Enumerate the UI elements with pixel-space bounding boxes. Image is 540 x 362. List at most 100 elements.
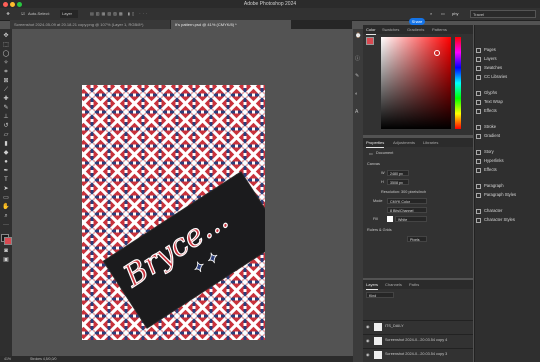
move-tool-icon[interactable]: ✥: [4, 10, 12, 18]
dock-item-icon: [476, 149, 481, 155]
layer-name: ITS_DAILY: [385, 324, 404, 328]
fill-dropdown[interactable]: White: [395, 216, 427, 222]
dock-item-gradient[interactable]: Gradient: [484, 132, 500, 140]
search-icon[interactable]: ⌕: [430, 10, 438, 18]
layer-row[interactable]: ◉ Screenshot 2024-0...20.03.54 copy 3: [363, 348, 473, 362]
healing-brush-icon[interactable]: ✚: [2, 95, 10, 103]
dock-item-effects[interactable]: Effects: [484, 107, 497, 115]
eye-icon[interactable]: ◉: [366, 338, 369, 343]
lasso-tool-icon[interactable]: ◯: [2, 50, 10, 58]
dodge-tool-icon[interactable]: ●: [2, 158, 10, 166]
dock-item-cc-libraries[interactable]: CC Libraries: [484, 73, 507, 81]
tab-pattern[interactable]: It's pattern.psd @ 41% (CMYK/8) *: [171, 20, 291, 29]
width-field[interactable]: 2480 px: [387, 170, 409, 176]
magic-wand-icon[interactable]: ✧: [2, 59, 10, 67]
dock-item-icon: [476, 90, 481, 96]
frame-tool-icon[interactable]: ⊠: [2, 77, 10, 85]
dock-item-character-styles[interactable]: Character Styles: [484, 216, 515, 224]
pen-tool-icon[interactable]: ✒: [2, 167, 10, 175]
mode-dropdown[interactable]: CMYK Color: [387, 198, 427, 204]
document-canvas[interactable]: Bryce... ✦ ✦: [82, 85, 265, 340]
tab-gradients[interactable]: Gradients: [407, 25, 424, 34]
tab-properties[interactable]: Properties: [366, 138, 385, 148]
shape-tool-icon[interactable]: ▭: [2, 194, 10, 202]
document-icon: ▭: [369, 152, 373, 156]
blur-tool-icon[interactable]: ◆: [2, 149, 10, 157]
history-panel-icon[interactable]: ⌚: [355, 33, 361, 39]
glyph-panel-icon[interactable]: A: [355, 109, 361, 115]
marquee-tool-icon[interactable]: ⬚: [2, 41, 10, 49]
background-color-swatch[interactable]: [4, 237, 12, 245]
tab-swatches[interactable]: Swatches: [382, 25, 399, 34]
stamp-tool-icon[interactable]: ⊥: [2, 113, 10, 121]
kind-filter[interactable]: Kind: [366, 292, 394, 298]
quick-mask-icon[interactable]: ◙: [2, 247, 10, 255]
dock-item-layers[interactable]: Layers: [484, 55, 497, 63]
dock-item-swatches[interactable]: Swatches: [484, 64, 502, 72]
layer-thumbnail: [374, 323, 382, 331]
brush-tool-icon[interactable]: ✎: [2, 104, 10, 112]
tab-screenshot[interactable]: Screenshot 2024-05-09 at 20.18.21 copy.p…: [10, 20, 170, 29]
layer-select-dropdown[interactable]: Layer: [60, 10, 78, 18]
tab-color[interactable]: Color: [366, 25, 376, 35]
workspace-pill[interactable]: Travel: [470, 10, 536, 18]
tab-patterns[interactable]: Patterns: [432, 25, 447, 34]
zoom-tool-icon[interactable]: ⌕: [2, 212, 10, 220]
hand-tool-icon[interactable]: ✋: [2, 203, 10, 211]
dock-item-effects[interactable]: Effects: [484, 166, 497, 174]
layer-row[interactable]: ◉ Screenshot 2024-0...20.03.54 copy 4: [363, 334, 473, 348]
eye-icon[interactable]: ◉: [366, 352, 369, 357]
width-label: W: [381, 171, 385, 175]
dock-item-paragraph[interactable]: Paragraph: [484, 182, 504, 190]
dock-item-pages[interactable]: Pages: [484, 46, 496, 54]
bit-depth-dropdown[interactable]: 8 Bits/Channel: [387, 207, 427, 213]
dock-item-stroke[interactable]: Stroke: [484, 123, 496, 131]
info-panel-icon[interactable]: ⓘ: [355, 55, 361, 62]
section-rulers[interactable]: Rulers & Grids: [367, 228, 392, 232]
crop-tool-icon[interactable]: ⌗: [2, 68, 10, 76]
dock-item-text-wrap[interactable]: Text Wrap: [484, 98, 503, 106]
eyedropper-icon[interactable]: ⟋: [2, 86, 10, 94]
more-tools-icon[interactable]: ···: [2, 221, 10, 229]
brush-settings-icon[interactable]: ✎: [355, 73, 361, 79]
dock-item-character[interactable]: Character: [484, 207, 502, 215]
type-tool-icon[interactable]: T: [2, 176, 10, 184]
tab-channels[interactable]: Channels: [385, 280, 402, 289]
pattern-artwork: Bryce... ✦ ✦: [82, 85, 265, 340]
color-field[interactable]: [381, 37, 451, 129]
units-dropdown[interactable]: Pixels: [407, 236, 427, 242]
section-canvas[interactable]: Canvas: [367, 162, 380, 166]
zoom-level[interactable]: 41%: [4, 357, 11, 361]
tab-paths[interactable]: Paths: [409, 280, 419, 289]
align-icons[interactable]: ▤▥▦▧▨▩ ▮▯ ···: [90, 10, 210, 18]
move-tool-icon[interactable]: ✥: [2, 32, 10, 40]
foreground-color-chip[interactable]: [366, 37, 374, 45]
frame-icon[interactable]: ▭: [441, 10, 449, 18]
screen-mode-icon[interactable]: ▣: [2, 256, 10, 264]
tab-libraries[interactable]: Libraries: [423, 138, 438, 147]
dock-item-icon: [476, 47, 481, 53]
height-field[interactable]: 3508 px: [387, 179, 409, 185]
layer-name: Screenshot 2024-0...20.03.54 copy 4: [385, 338, 448, 342]
color-picker-marker[interactable]: [434, 50, 440, 56]
dock-item-glyphs[interactable]: Glyphs: [484, 89, 497, 97]
fill-swatch[interactable]: [387, 216, 393, 222]
tab-layers[interactable]: Layers: [366, 280, 379, 290]
gradient-tool-icon[interactable]: ▮: [2, 140, 10, 148]
eraser-icon[interactable]: ▱: [2, 131, 10, 139]
path-select-icon[interactable]: ➤: [2, 185, 10, 193]
dock-item-paragraph-styles[interactable]: Paragraph Styles: [484, 191, 516, 199]
share-button[interactable]: Share: [409, 18, 425, 25]
dock-item-story[interactable]: Story: [484, 148, 494, 156]
dock-item-hyperlinks[interactable]: Hyperlinks: [484, 157, 504, 165]
hue-slider[interactable]: [455, 37, 461, 129]
eye-icon[interactable]: ◉: [366, 324, 369, 329]
panel-icon-strip: ⌚ ⓘ ✎ ◐ A: [353, 29, 363, 362]
history-brush-icon[interactable]: ↺: [2, 122, 10, 130]
adjust-icon[interactable]: ◐: [355, 91, 361, 97]
checkbox-icon[interactable]: ☑: [20, 10, 26, 18]
tab-adjustments[interactable]: Adjustments: [393, 138, 415, 147]
dock-item-icon: [476, 56, 481, 62]
status-bar: 41% Strokes 4,5/0,0/0: [0, 356, 353, 362]
layer-row[interactable]: ◉ ITS_DAILY: [363, 320, 473, 334]
